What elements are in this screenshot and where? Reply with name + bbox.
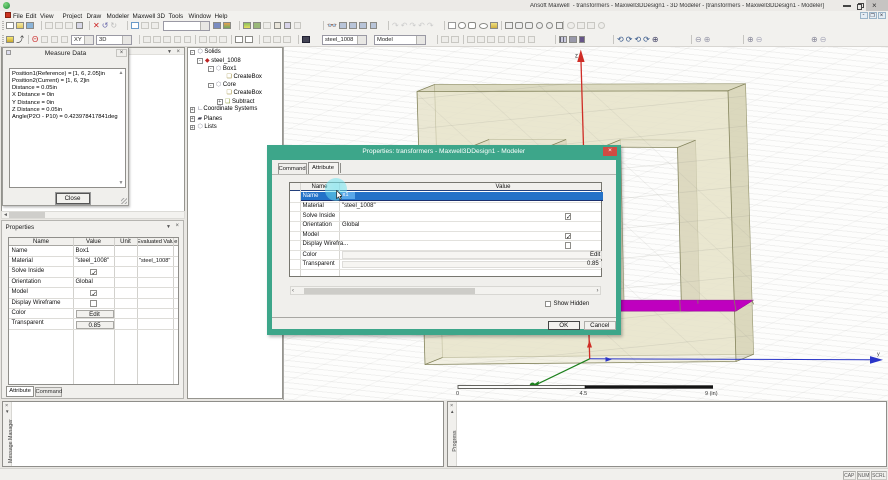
svg-text:y: y xyxy=(877,351,880,357)
svg-text:0: 0 xyxy=(456,391,459,397)
svg-text:9 (in): 9 (in) xyxy=(705,391,718,397)
svg-text:z: z xyxy=(575,53,578,59)
svg-text:4.5: 4.5 xyxy=(580,391,588,397)
